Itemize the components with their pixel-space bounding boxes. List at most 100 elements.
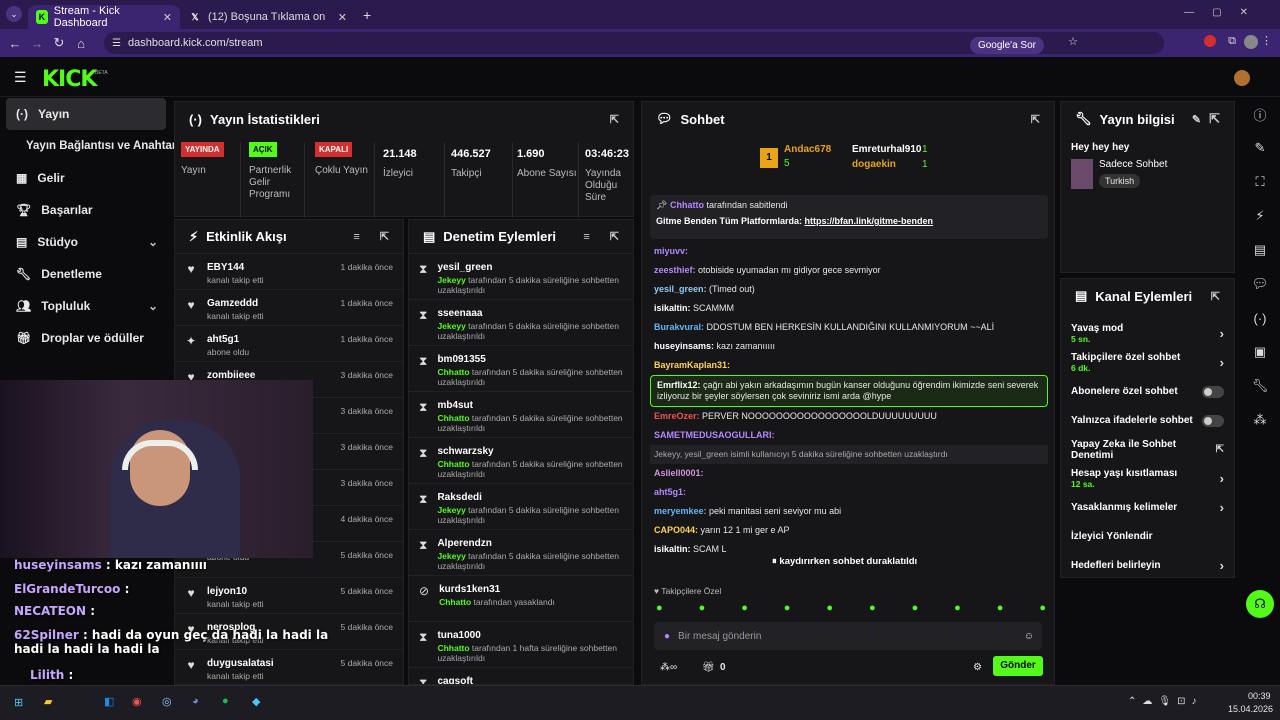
chat-paused-banner[interactable]: ⏸︎ kaydırırken sohbet duraklatıldı (772, 556, 917, 567)
category-name[interactable]: Sadece Sohbet (1099, 159, 1167, 170)
chat-username[interactable]: EmreOzer: (654, 411, 700, 421)
emote-icon[interactable]: ● (784, 602, 791, 616)
emote-icon[interactable]: ● (997, 602, 1004, 616)
spotify-icon[interactable]: ● (222, 695, 229, 707)
google-ask-button[interactable]: Google'a Sor (969, 37, 1044, 54)
chat-username[interactable]: isikaltin: (654, 544, 691, 554)
moderation-user[interactable]: yesil_green (437, 262, 627, 273)
channel-action-row[interactable]: Yasaklanmış kelimeler › (1061, 493, 1234, 522)
moderation-user[interactable]: kurds1ken31 (439, 584, 629, 595)
chat-username[interactable]: miyuvv: (654, 246, 688, 256)
moderation-user[interactable]: sseenaaa (437, 308, 627, 319)
popout-icon[interactable]: ⇱ (1031, 113, 1040, 126)
kicks-icon[interactable]: ⁂∞ (660, 662, 677, 673)
chat-username[interactable]: zeesthief: (654, 265, 696, 275)
emote-icon[interactable]: ● (912, 602, 919, 616)
emote-icon[interactable]: ● (699, 602, 706, 616)
toggle-switch[interactable] (1202, 385, 1224, 398)
browser-menu-icon[interactable]: ⋮ (1261, 34, 1272, 47)
channel-actions-icon[interactable]: ▣ (1240, 335, 1280, 369)
chat-username[interactable]: huseyinsams: (654, 341, 714, 351)
moderation-user[interactable]: bm091355 (437, 354, 627, 365)
new-tab-icon[interactable]: + (363, 7, 371, 23)
moderator-name[interactable]: Jekeyy (437, 275, 465, 285)
moderation-user[interactable]: Alperendzn (437, 538, 627, 549)
mic-icon[interactable]: ● (664, 631, 670, 642)
moderator-name[interactable]: Jekeyy (437, 551, 465, 561)
kick-logo[interactable]: KICK (42, 67, 97, 92)
channel-action-row[interactable]: Yavaş mod 5 sn. › (1061, 319, 1234, 348)
window-controls[interactable]: —▢✕ (1184, 7, 1266, 18)
moderation-user[interactable]: cagsoft (437, 676, 627, 684)
emote-icon[interactable]: ● (954, 602, 961, 616)
chevron-right-icon[interactable]: › (1220, 558, 1224, 573)
sidebar-item-topluluk[interactable]: 👥︎ Topluluk ⌄ (0, 290, 172, 322)
sidebar-item-yayin[interactable]: (·) Yayın (6, 98, 166, 130)
chat-username[interactable]: CAPO044: (654, 525, 698, 535)
close-tab-icon[interactable]: ✕ (338, 11, 347, 24)
user-avatar[interactable] (1234, 70, 1250, 86)
sidebar-item-droplar[interactable]: 🎁︎ Droplar ve ödüller (0, 322, 172, 354)
steam-icon[interactable]: ◎ (162, 695, 172, 708)
sidebar-item-basarilar[interactable]: 🏆︎ Başarılar (0, 194, 172, 226)
moderator-name[interactable]: Chhatto (437, 367, 469, 377)
outlook-icon[interactable]: ◧ (104, 695, 114, 708)
site-info-icon[interactable]: ☰ (112, 38, 121, 49)
chevron-right-icon[interactable]: › (1220, 471, 1224, 486)
activity-user[interactable]: aht5g1 (207, 334, 249, 345)
activity-user[interactable]: duygusalatasi (207, 658, 274, 669)
chat-username[interactable]: BayramKaplan31: (654, 360, 730, 370)
reload-icon[interactable]: ↻ (48, 35, 70, 51)
emote-bar[interactable]: ● ● ● ● ● ● ● ● ● ● (656, 602, 1046, 616)
document-icon[interactable]: ▤ (1240, 233, 1280, 267)
chat-message[interactable]: BayramKaplan31: (650, 356, 1048, 375)
chat-message[interactable]: CAPO044: yarın 12 1 mi ger e AP (650, 521, 1048, 540)
chat-username[interactable]: isikaltin: (654, 303, 691, 313)
sidebar-item-denetleme[interactable]: 🔧︎ Denetleme (0, 258, 172, 290)
edit-pencil-icon[interactable]: ✎ (1192, 113, 1201, 126)
moderation-user[interactable]: tuna1000 (437, 630, 627, 641)
chat-message[interactable]: meryemkee: peki manitasi seni seviyor mu… (650, 502, 1048, 521)
channel-action-row[interactable]: İzleyici Yönlendir (1061, 522, 1234, 551)
chat-username[interactable]: SAMETMEDUSAOGULLARI: (654, 430, 775, 440)
moderation-user[interactable]: mb4sut (437, 400, 627, 411)
chat-message[interactable]: isikaltin: SCAMMM (650, 299, 1048, 318)
info-icon[interactable]: ⓘ (1240, 97, 1280, 131)
chat-message[interactable]: zeesthief: otobiside uyumadan mı gidiyor… (650, 261, 1048, 280)
chat-message[interactable]: aht5g1: (650, 483, 1048, 502)
external-link-icon[interactable]: ⇱ (1216, 444, 1224, 455)
lightning-icon[interactable]: ⚡︎ (1240, 199, 1280, 233)
settings-gear-icon[interactable]: ⚙ (973, 662, 982, 673)
forward-icon[interactable]: → (26, 36, 48, 51)
emote-icon[interactable]: ● (656, 602, 663, 616)
chat-username[interactable]: meryemkee: (654, 506, 707, 516)
popout-icon[interactable]: ⇱ (1211, 290, 1220, 303)
hamburger-menu-icon[interactable]: ☰ (14, 69, 27, 86)
activity-user[interactable]: lejyon10 (207, 586, 264, 597)
chevron-right-icon[interactable]: › (1220, 326, 1224, 341)
activity-user[interactable]: Gamzeddd (207, 298, 264, 309)
home-icon[interactable]: ⌂ (70, 36, 92, 51)
windows-start-icon[interactable]: ⊞ (14, 696, 23, 709)
toggle-switch[interactable] (1202, 414, 1224, 427)
pinned-link[interactable]: https://bfan.link/gitme-benden (805, 216, 934, 226)
chat-message[interactable]: EmreOzer: PERVER NOOOOOOOOOOOOOOOOOLDUUU… (650, 407, 1048, 426)
support-headset-icon[interactable]: ☊ (1240, 587, 1280, 621)
sidebar-item-gelir[interactable]: ▦ Gelir (0, 162, 172, 194)
chat-input[interactable]: ● Bir mesaj gönderin ☺ (654, 622, 1042, 650)
chat-username[interactable]: Asliell0001: (654, 468, 704, 478)
tab-kick-dashboard[interactable]: K Stream - Kick Dashboard ✕ (28, 5, 180, 29)
popout-icon[interactable]: ⇱ (610, 113, 619, 126)
chat-message[interactable]: Emrflix12: çağrı abi yakın arkadaşımın b… (650, 375, 1048, 407)
send-button[interactable]: Gönder (993, 656, 1043, 676)
emote-icon[interactable]: ● (741, 602, 748, 616)
wrench-icon[interactable]: 🔧︎ (1240, 369, 1280, 403)
emote-icon[interactable]: ● (1039, 602, 1046, 616)
channel-action-row[interactable]: Takipçilere özel sohbet 6 dk. › (1061, 348, 1234, 377)
filter-icon[interactable]: ≡ (583, 231, 589, 243)
chat-bubble-icon[interactable]: 💬︎ (1240, 267, 1280, 301)
tag-chip[interactable]: Turkish (1099, 174, 1141, 188)
community-icon[interactable]: ⁂ (1240, 403, 1280, 437)
chrome-icon[interactable]: ◉ (132, 695, 142, 708)
chat-username[interactable]: Burakvural: (654, 322, 704, 332)
